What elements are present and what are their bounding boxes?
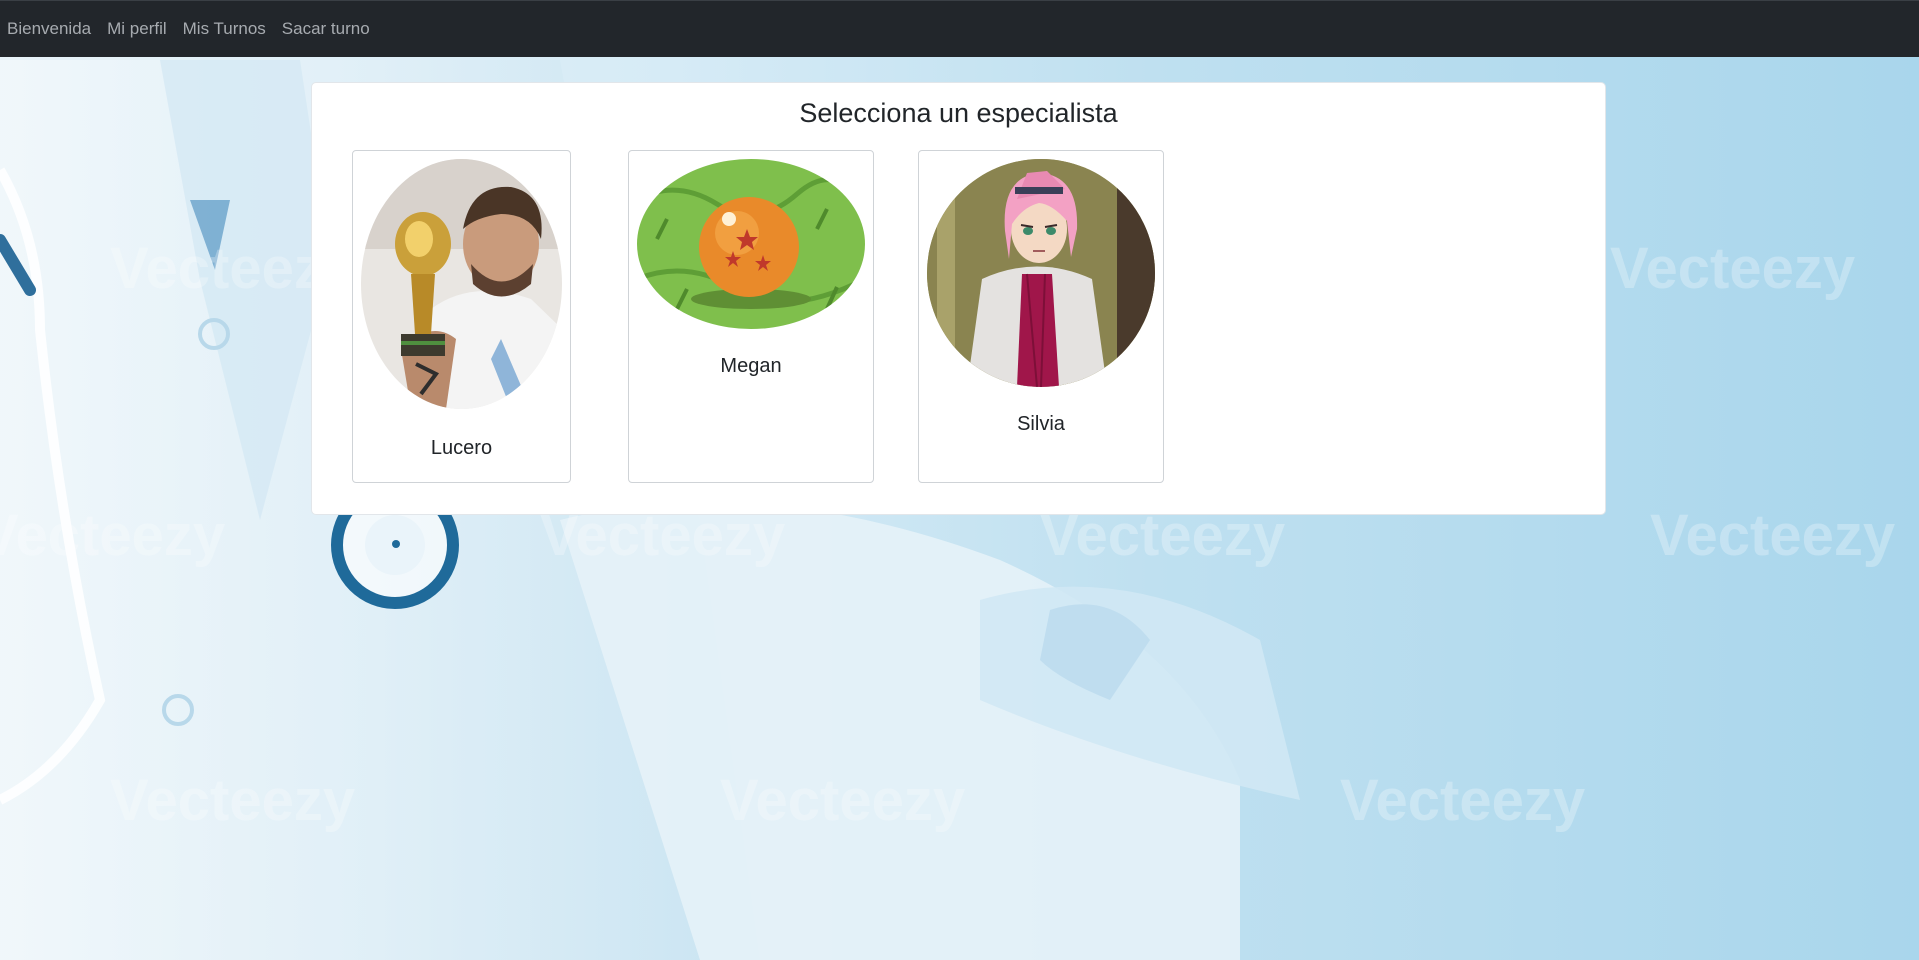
specialist-selection-panel: Selecciona un especialista Lucero Megan … bbox=[311, 82, 1606, 515]
orange-ball-on-grass-photo-icon bbox=[637, 159, 865, 329]
specialist-name: Silvia bbox=[1017, 413, 1065, 435]
specialist-name: Megan bbox=[720, 355, 782, 377]
svg-text:Vecteezy: Vecteezy bbox=[0, 503, 225, 568]
page-title: Selecciona un especialista bbox=[799, 98, 1118, 128]
specialist-name: Lucero bbox=[430, 437, 493, 459]
specialist-card-megan[interactable]: Megan bbox=[628, 150, 874, 483]
specialist-photo bbox=[637, 159, 865, 329]
svg-text:Vecteezy: Vecteezy bbox=[1340, 768, 1585, 833]
svg-text:Vecteezy: Vecteezy bbox=[1610, 236, 1855, 301]
svg-text:Vecteezy: Vecteezy bbox=[720, 768, 965, 833]
specialist-photo bbox=[927, 159, 1155, 387]
trophy-selfie-photo-icon bbox=[361, 159, 562, 409]
svg-text:Vecteezy: Vecteezy bbox=[110, 768, 355, 833]
specialist-photo bbox=[361, 159, 562, 409]
top-navbar: Bienvenida Mi perfil Mis Turnos Sacar tu… bbox=[0, 0, 1919, 57]
nav-link-mis-turnos[interactable]: Mis Turnos bbox=[183, 19, 266, 39]
pink-haired-anime-character-photo-icon bbox=[927, 159, 1155, 387]
specialist-card-silvia[interactable]: Silvia bbox=[918, 150, 1164, 483]
svg-text:Vecteezy: Vecteezy bbox=[1650, 503, 1895, 568]
nav-link-mi-perfil[interactable]: Mi perfil bbox=[107, 19, 167, 39]
nav-link-bienvenida[interactable]: Bienvenida bbox=[7, 19, 91, 39]
nav-link-sacar-turno[interactable]: Sacar turno bbox=[282, 19, 370, 39]
specialist-card-lucero[interactable]: Lucero bbox=[352, 150, 571, 483]
